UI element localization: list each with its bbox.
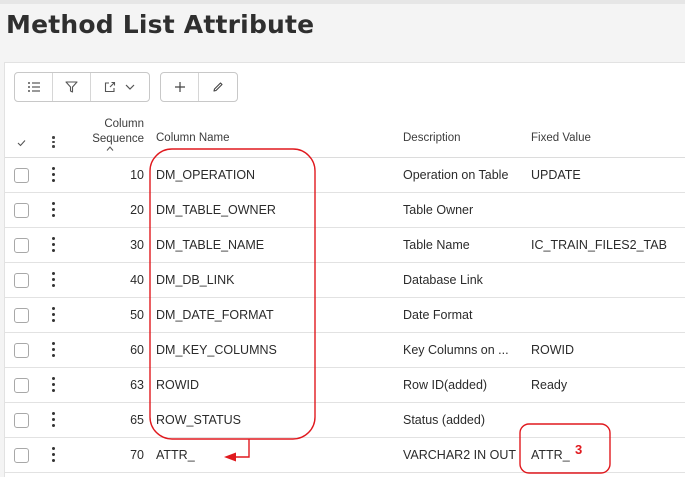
cell-fixed-value: ROWID <box>531 343 575 357</box>
row-checkbox[interactable] <box>14 238 29 253</box>
row-menu-icon[interactable] <box>51 447 57 463</box>
table-row[interactable]: 20 DM_TABLE_OWNER Table Owner <box>5 193 685 228</box>
row-checkbox[interactable] <box>14 203 29 218</box>
table-toolbar <box>14 72 238 102</box>
cell-column-sequence: 30 <box>130 238 144 252</box>
table-row[interactable]: 30 DM_TABLE_NAME Table Name IC_TRAIN_FILES2… <box>5 228 685 263</box>
row-checkbox[interactable] <box>14 448 29 463</box>
header-seq-line1: Column <box>104 118 144 130</box>
row-menu-icon[interactable] <box>51 377 57 393</box>
export-icon <box>104 81 116 93</box>
add-button[interactable] <box>161 73 199 101</box>
filter-button[interactable] <box>53 73 91 101</box>
cell-column-name[interactable]: ROW_STATUS <box>156 403 241 438</box>
table-row[interactable]: 10 DM_OPERATION Operation on Table UPDATE <box>5 158 685 193</box>
list-view-button[interactable] <box>15 73 53 101</box>
cell-column-name[interactable]: ATTR_ <box>156 438 195 473</box>
table-row[interactable]: 40 DM_DB_LINK Database Link <box>5 263 685 298</box>
cell-description: Row ID(added) <box>403 378 488 392</box>
header-menu-icon[interactable] <box>52 136 56 148</box>
cell-column-sequence: 20 <box>130 203 144 217</box>
export-dropdown-button[interactable] <box>91 73 149 101</box>
cell-description: Status (added) <box>403 413 485 427</box>
table-row[interactable]: 60 DM_KEY_COLUMNS Key Columns on ... ROWID <box>5 333 685 368</box>
cell-fixed-value: UPDATE <box>531 168 581 182</box>
row-checkbox[interactable] <box>14 308 29 323</box>
cell-column-name[interactable]: DM_KEY_COLUMNS <box>156 333 277 368</box>
row-checkbox[interactable] <box>14 343 29 358</box>
row-menu-icon[interactable] <box>51 167 57 183</box>
cell-fixed-value: Ready <box>531 378 568 392</box>
list-view-icon <box>27 82 40 92</box>
cell-fixed-value: IC_TRAIN_FILES2_TAB <box>531 238 667 252</box>
sort-ascending-icon <box>106 146 114 151</box>
edit-icon <box>213 82 223 92</box>
row-menu-icon[interactable] <box>51 342 57 358</box>
edit-button[interactable] <box>199 73 237 101</box>
cell-column-name[interactable]: DM_DATE_FORMAT <box>156 298 274 333</box>
header-seq-line2: Sequence <box>92 133 144 145</box>
cell-column-sequence: 70 <box>130 448 144 462</box>
top-strip <box>0 0 685 4</box>
row-checkbox[interactable] <box>14 273 29 288</box>
edit-button-group <box>160 72 238 102</box>
add-icon <box>174 82 185 92</box>
cell-column-name[interactable]: ROWID <box>156 368 199 403</box>
table-row[interactable]: 70 ATTR_ VARCHAR2 IN OUT ATTR_ <box>5 438 685 473</box>
cell-column-name[interactable]: DM_TABLE_NAME <box>156 228 264 263</box>
cell-description: Operation on Table <box>403 168 509 182</box>
cell-description: Database Link <box>403 273 483 287</box>
cell-column-sequence: 50 <box>130 308 144 322</box>
row-menu-icon[interactable] <box>51 237 57 253</box>
table-row[interactable]: 65 ROW_STATUS Status (added) <box>5 403 685 438</box>
row-checkbox[interactable] <box>14 378 29 393</box>
cell-description: Table Owner <box>403 203 474 217</box>
cell-column-sequence: 10 <box>130 168 144 182</box>
cell-column-sequence: 65 <box>130 413 144 427</box>
cell-column-name[interactable]: DM_TABLE_OWNER <box>156 193 276 228</box>
cell-column-name[interactable]: DM_DB_LINK <box>156 263 235 298</box>
cell-column-name[interactable]: DM_OPERATION <box>156 158 255 193</box>
select-all-check-icon[interactable] <box>17 139 26 147</box>
header-description[interactable]: Description <box>403 132 461 144</box>
cell-column-sequence: 63 <box>130 378 144 392</box>
row-menu-icon[interactable] <box>51 412 57 428</box>
table-row[interactable]: 50 DM_DATE_FORMAT Date Format <box>5 298 685 333</box>
cell-description: Key Columns on ... <box>403 343 509 357</box>
cell-column-sequence: 40 <box>130 273 144 287</box>
view-button-group <box>14 72 150 102</box>
table-row[interactable]: 63 ROWID Row ID(added) Ready <box>5 368 685 403</box>
row-menu-icon[interactable] <box>51 272 57 288</box>
table-header: Column Sequence Column Name Description … <box>5 111 685 158</box>
row-checkbox[interactable] <box>14 413 29 428</box>
table-panel: Column Sequence Column Name Description … <box>4 62 685 477</box>
header-column-sequence[interactable]: Column Sequence <box>84 117 144 147</box>
chevron-down-icon <box>125 84 135 90</box>
row-checkbox[interactable] <box>14 168 29 183</box>
cell-description: VARCHAR2 IN OUT <box>403 448 516 462</box>
row-menu-icon[interactable] <box>51 202 57 218</box>
row-menu-icon[interactable] <box>51 307 57 323</box>
cell-fixed-value: ATTR_ <box>531 448 570 462</box>
cell-description: Date Format <box>403 308 473 322</box>
cell-column-sequence: 60 <box>130 343 144 357</box>
header-fixed-value[interactable]: Fixed Value <box>531 132 591 144</box>
filter-icon <box>65 81 78 93</box>
cell-description: Table Name <box>403 238 470 252</box>
header-column-name[interactable]: Column Name <box>156 132 230 144</box>
page-title: Method List Attribute <box>6 10 315 39</box>
